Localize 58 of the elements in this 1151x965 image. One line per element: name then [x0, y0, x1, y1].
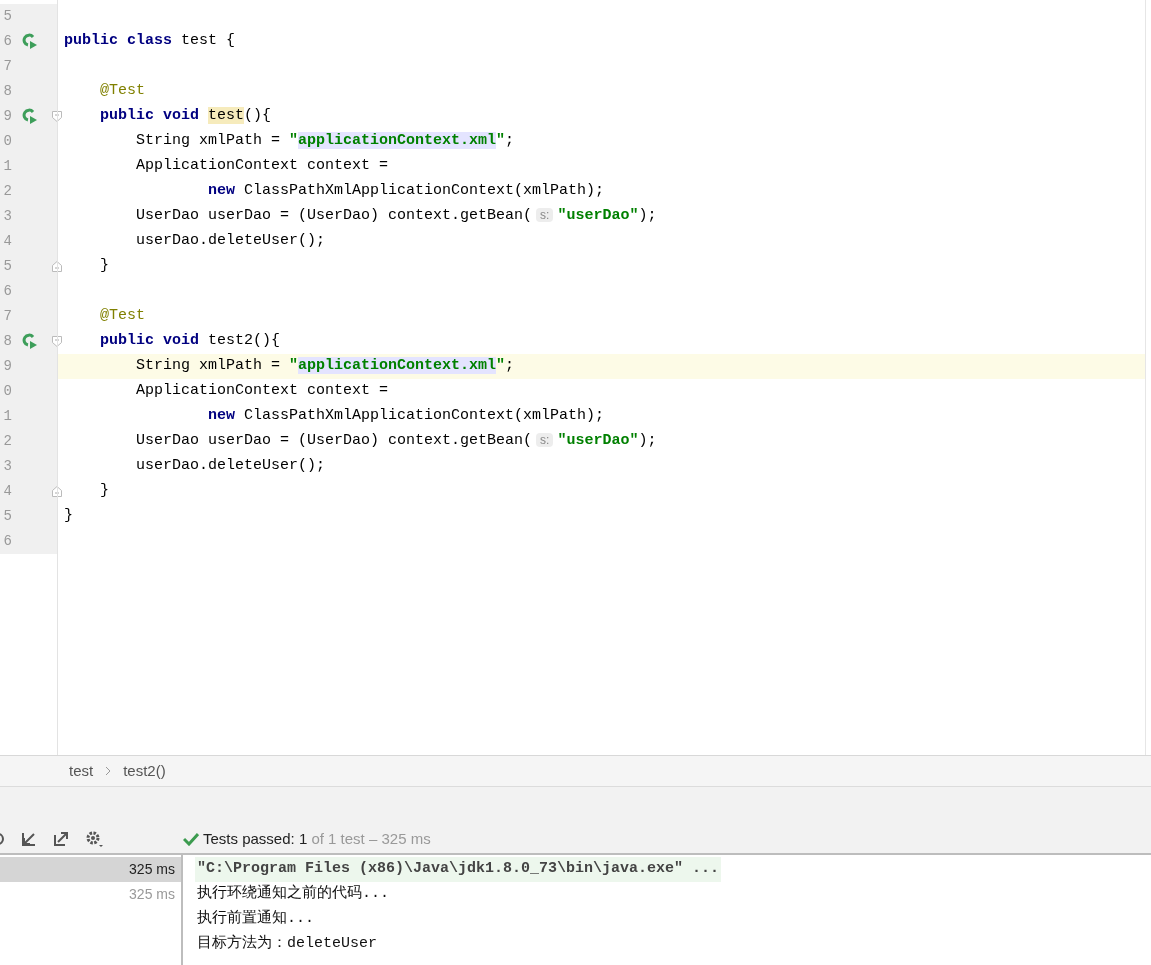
breadcrumb[interactable]: test2()	[123, 759, 166, 783]
breadcrumb[interactable]: test	[69, 759, 94, 783]
check-icon	[183, 832, 199, 846]
code-line: @Test	[100, 306, 145, 327]
code-line: userDao.deleteUser();	[136, 231, 326, 252]
line-number: 9	[2, 357, 12, 376]
console-line: 执行前置通知...	[196, 908, 315, 930]
line-number: 5	[2, 507, 12, 526]
line-number: 8	[2, 332, 12, 351]
code-line: userDao.deleteUser();	[136, 456, 326, 477]
line-number: 1	[2, 157, 12, 176]
code-line: UserDao userDao = (UserDao) context.getBean( s: "userDao");	[136, 431, 657, 452]
code-line: ApplicationContext context =	[136, 156, 389, 177]
line-number: 0	[2, 132, 12, 151]
console-line: 目标方法为：deleteUser	[196, 933, 378, 955]
code-line: public class test {	[64, 31, 236, 52]
line-number: 3	[2, 457, 12, 476]
code-line: public void test2(){	[100, 331, 281, 352]
line-number: 6	[2, 282, 12, 301]
test-tree-row[interactable]: 325 ms	[0, 857, 181, 882]
code-line: String xmlPath = "applicationContext.xml";	[136, 356, 515, 377]
line-number: 2	[2, 182, 12, 201]
collapse-arrow-icon[interactable]	[20, 830, 38, 848]
line-number: 7	[2, 57, 12, 76]
line-number: 6	[2, 32, 12, 51]
code-line: ApplicationContext context =	[136, 381, 389, 402]
line-number: 4	[2, 232, 12, 251]
line-number: 1	[2, 407, 12, 426]
console-command: "C:\Program Files (x86)\Java\jdk1.8.0_73\bin\java.exe" ...	[195, 857, 722, 882]
code-line: new ClassPathXmlApplicationContext(xmlPath);	[208, 181, 605, 202]
code-line: }	[100, 256, 109, 277]
run-test-icon[interactable]	[22, 33, 38, 49]
line-number: 9	[2, 107, 12, 126]
line-number: 0	[2, 382, 12, 401]
run-test-icon[interactable]	[22, 108, 38, 124]
line-number: 8	[2, 82, 12, 101]
run-test-icon[interactable]	[22, 333, 38, 349]
code-line: @Test	[100, 81, 145, 102]
line-number: 4	[2, 482, 12, 501]
code-line: String xmlPath = "applicationContext.xml";	[136, 131, 515, 152]
line-number: 6	[2, 532, 12, 551]
line-number: 5	[2, 257, 12, 276]
line-number: 2	[2, 432, 12, 451]
line-number: 5	[2, 7, 12, 26]
chevron-icon	[105, 766, 112, 776]
parameter-hint: s:	[536, 208, 554, 223]
code-line: new ClassPathXmlApplicationContext(xmlPath);	[208, 406, 605, 427]
code-line: }	[100, 481, 109, 502]
settings-icon[interactable]	[84, 829, 104, 849]
parameter-hint: s:	[536, 433, 554, 448]
console-line: 执行环绕通知之前的代码...	[196, 883, 390, 905]
code-line: }	[64, 506, 73, 527]
code-line: public void test(){	[100, 106, 272, 127]
test-status: Tests passed: 1 of 1 test – 325 ms	[203, 828, 431, 849]
code-line: UserDao userDao = (UserDao) context.getBean( s: "userDao");	[136, 206, 657, 227]
export-arrow-icon[interactable]	[52, 830, 70, 848]
line-number: 3	[2, 207, 12, 226]
line-number: 7	[2, 307, 12, 326]
